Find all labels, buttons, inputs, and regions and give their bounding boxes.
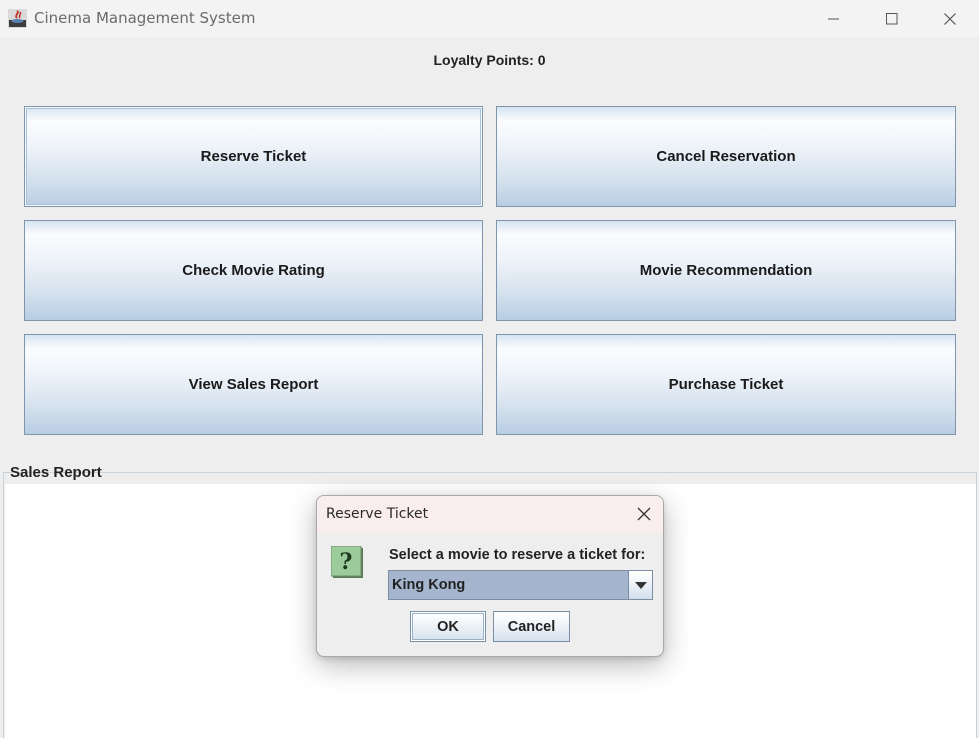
minimize-button[interactable]	[805, 0, 863, 37]
loyalty-points-label: Loyalty Points: 0	[433, 52, 546, 68]
java-app-icon	[8, 9, 27, 28]
selected-movie-value: King Kong	[392, 577, 466, 593]
movie-select-combobox[interactable]: King Kong	[388, 570, 653, 600]
close-button[interactable]	[921, 0, 979, 37]
reserve-ticket-dialog: Reserve Ticket ? Select a movie to reser…	[316, 495, 664, 657]
reserve-ticket-button[interactable]: Reserve Ticket	[24, 106, 483, 207]
close-icon	[637, 507, 651, 521]
dialog-close-button[interactable]	[628, 498, 660, 530]
check-movie-rating-button[interactable]: Check Movie Rating	[24, 220, 483, 321]
ok-button[interactable]: OK	[410, 611, 486, 642]
window-titlebar: Cinema Management System	[0, 0, 979, 37]
dialog-title: Reserve Ticket	[326, 506, 429, 522]
sales-report-label: Sales Report	[10, 464, 102, 481]
maximize-icon	[886, 12, 898, 24]
minimize-icon	[828, 18, 839, 19]
question-icon: ?	[331, 546, 363, 578]
maximize-button[interactable]	[863, 0, 921, 37]
dialog-message: Select a movie to reserve a ticket for:	[389, 547, 646, 563]
window-title: Cinema Management System	[34, 9, 256, 27]
chevron-down-icon	[635, 582, 647, 589]
dialog-titlebar: Reserve Ticket	[317, 496, 663, 532]
movie-recommendation-button[interactable]: Movie Recommendation	[496, 220, 956, 321]
view-sales-report-button[interactable]: View Sales Report	[24, 334, 483, 435]
svg-text:?: ?	[340, 549, 353, 575]
close-icon	[944, 12, 956, 25]
purchase-ticket-button[interactable]: Purchase Ticket	[496, 334, 956, 435]
cancel-button[interactable]: Cancel	[493, 611, 570, 642]
combobox-dropdown-button[interactable]	[628, 571, 652, 599]
cancel-reservation-button[interactable]: Cancel Reservation	[496, 106, 956, 207]
